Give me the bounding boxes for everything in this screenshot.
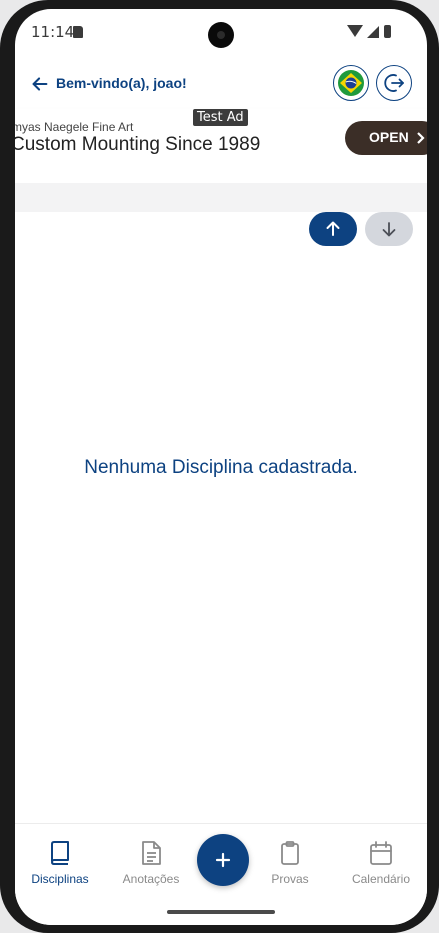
calendar-icon (370, 841, 392, 865)
screen: 11:14 Bem-vindo(a), joao! Test Ad myas N… (15, 9, 427, 925)
status-bar: 11:14 (15, 9, 427, 53)
battery-icon (384, 25, 391, 38)
nav-item-disciplinas[interactable]: Disciplinas (20, 840, 100, 886)
back-arrow-icon[interactable] (29, 73, 51, 95)
nav-label-anotacoes: Anotações (122, 872, 180, 886)
ad-open-button[interactable]: OPEN (345, 121, 427, 155)
home-indicator[interactable] (167, 910, 275, 914)
logout-button[interactable] (376, 65, 412, 101)
brazil-flag-icon (338, 70, 364, 96)
arrow-down-icon (382, 222, 396, 237)
ad-banner[interactable]: Test Ad myas Naegele Fine Art Custom Mou… (15, 109, 427, 183)
nav-item-calendario[interactable]: Calendário (341, 840, 421, 886)
sd-card-icon (73, 26, 83, 38)
nav-label-calendario: Calendário (351, 872, 411, 886)
nav-label-provas: Provas (271, 872, 309, 886)
camera-cutout (208, 22, 234, 48)
clipboard-icon (281, 841, 299, 865)
add-button[interactable] (197, 834, 249, 886)
nav-item-anotacoes[interactable]: Anotações (111, 840, 191, 886)
empty-state-message: Nenhuma Disciplina cadastrada. (84, 457, 358, 478)
ad-headline: Custom Mounting Since 1989 (15, 134, 261, 155)
book-icon (51, 841, 69, 865)
language-button[interactable] (333, 65, 369, 101)
ad-open-label: OPEN (369, 129, 409, 145)
ad-divider (15, 183, 427, 212)
app-bar: Bem-vindo(a), joao! (15, 63, 427, 109)
status-time: 11:14 (31, 23, 75, 41)
arrow-up-icon (326, 221, 340, 236)
ad-advertiser: myas Naegele Fine Art (15, 120, 134, 134)
chevron-right-icon (417, 132, 425, 144)
wifi-icon (347, 25, 363, 37)
sort-descending-button[interactable] (365, 212, 413, 246)
plus-icon (215, 852, 231, 868)
system-icons (347, 25, 407, 41)
note-icon (142, 841, 161, 865)
test-ad-badge: Test Ad (193, 109, 248, 126)
signal-icon (367, 26, 379, 38)
bottom-navigation: Disciplinas Anotações Provas Calendário (15, 823, 427, 925)
welcome-title: Bem-vindo(a), joao! (56, 75, 187, 91)
sort-ascending-button[interactable] (309, 212, 357, 246)
nav-item-provas[interactable]: Provas (250, 840, 330, 886)
nav-label-disciplinas: Disciplinas (31, 872, 89, 886)
logout-icon (384, 74, 404, 92)
phone-frame: 11:14 Bem-vindo(a), joao! Test Ad myas N… (0, 0, 439, 933)
